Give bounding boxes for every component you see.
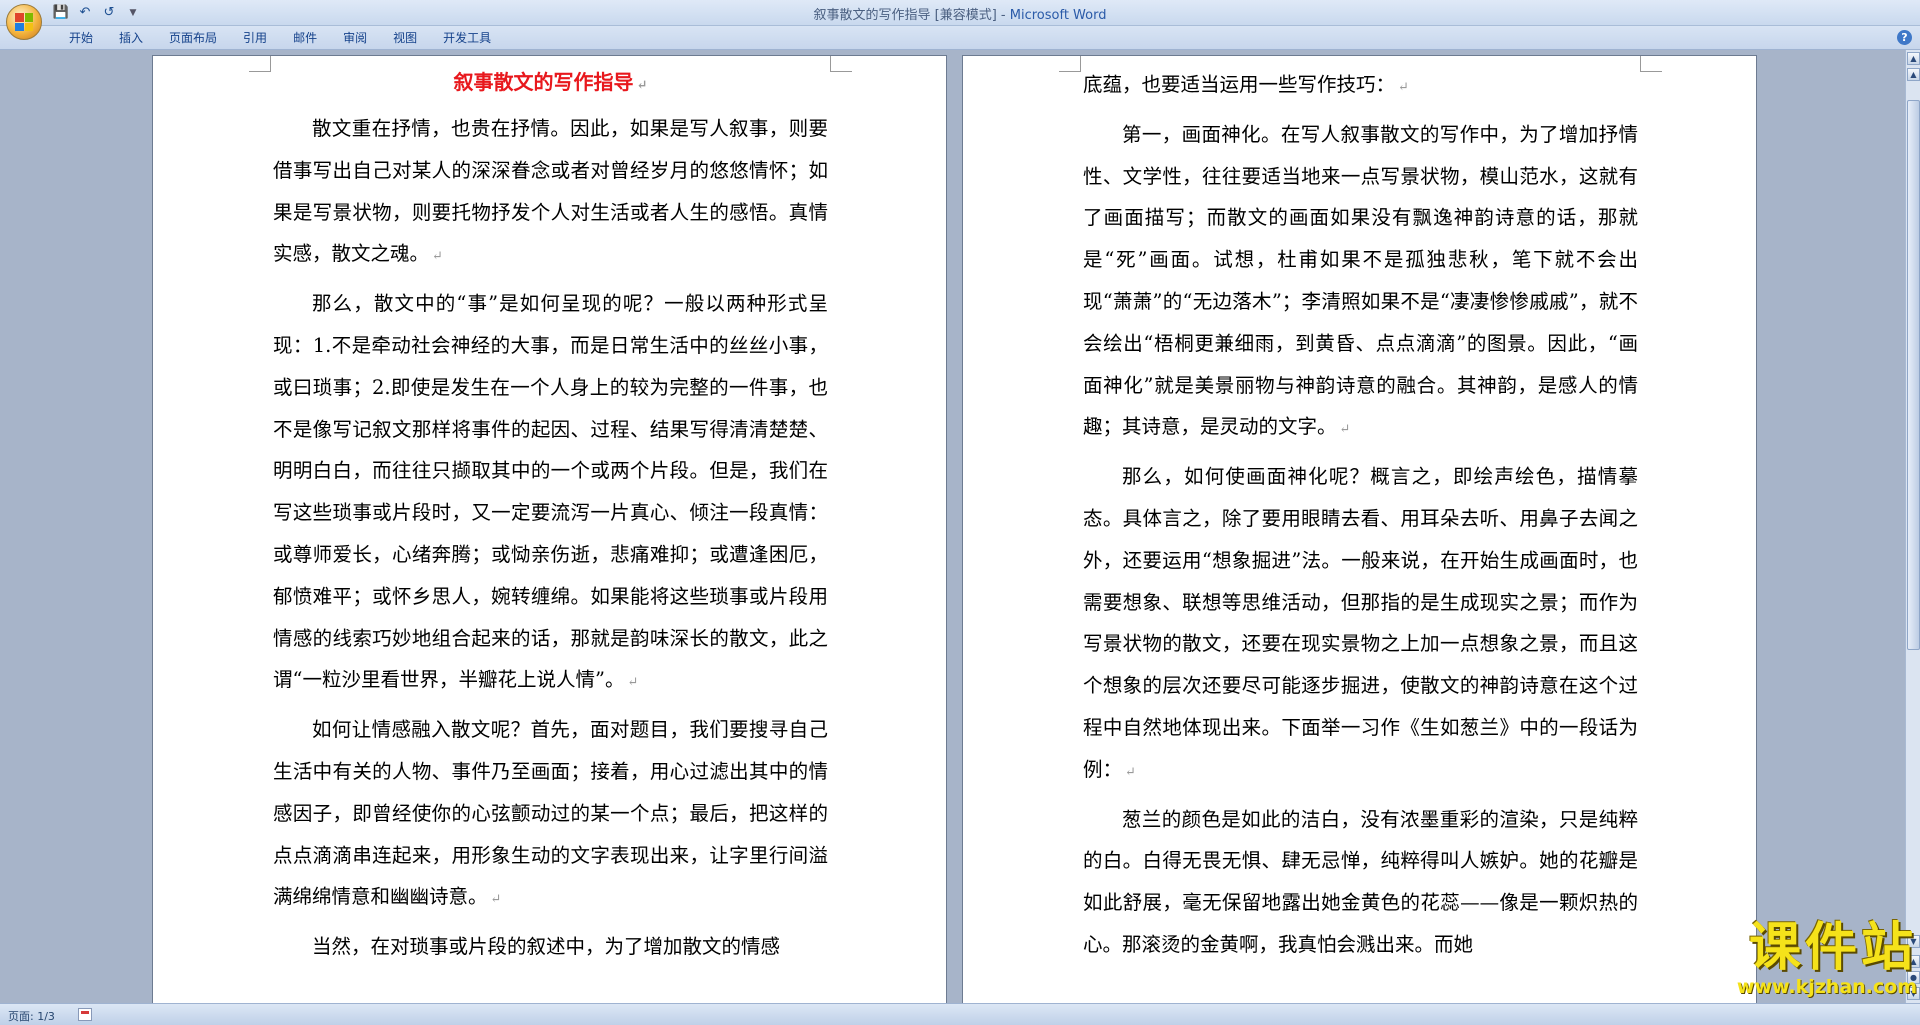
help-icon[interactable]: ? bbox=[1897, 30, 1912, 45]
paragraph: 如何让情感融入散文呢？首先，面对题目，我们要搜寻自己生活中有关的人物、事件乃至画… bbox=[273, 718, 828, 909]
page-left[interactable]: 叙事散文的写作指导 ↵ 散文重在抒情，也贵在抒情。因此，如果是写人叙事，则要借事写… bbox=[152, 55, 947, 1003]
scroll-up-icon[interactable]: ▲ bbox=[1907, 68, 1920, 81]
paragraph: 散文重在抒情，也贵在抒情。因此，如果是写人叙事，则要借事写出自己对某人的深深眷念… bbox=[273, 117, 828, 266]
tab-developer[interactable]: 开发工具 bbox=[430, 29, 504, 47]
scrollbar-thumb[interactable] bbox=[1907, 100, 1920, 650]
document-area[interactable]: 叙事散文的写作指导 ↵ 散文重在抒情，也贵在抒情。因此，如果是写人叙事，则要借事写… bbox=[0, 50, 1905, 1003]
office-button[interactable] bbox=[6, 4, 42, 40]
margin-corner-mark bbox=[830, 56, 852, 72]
tab-review[interactable]: 审阅 bbox=[330, 29, 380, 47]
app-name: Microsoft Word bbox=[1009, 8, 1107, 23]
page-text: 叙事散文的写作指导 ↵ 散文重在抒情，也贵在抒情。因此，如果是写人叙事，则要借事写… bbox=[273, 64, 828, 973]
document-name: 叙事散文的写作指导 [兼容模式] bbox=[813, 8, 997, 23]
paragraph: 底蕴，也要适当运用一些写作技巧： ↵ bbox=[1083, 73, 1409, 96]
watermark-url: www.kjzhan.com bbox=[1736, 976, 1917, 998]
vertical-scrollbar[interactable]: ▲ ▲ ▼ ▲ ● ▼ bbox=[1905, 50, 1920, 1003]
ribbon-tabs-bar: 开始 插入 页面布局 引用 邮件 审阅 视图 开发工具 ? bbox=[0, 26, 1920, 50]
status-bar: 页面: 1/3 bbox=[0, 1003, 1920, 1025]
tab-home[interactable]: 开始 bbox=[56, 29, 106, 47]
paragraph: 葱兰的颜色是如此的洁白，没有浓墨重彩的渲染，只是纯粹的白。白得无畏无惧、肆无忌惮… bbox=[1083, 807, 1638, 956]
tab-mailings[interactable]: 邮件 bbox=[280, 29, 330, 47]
tab-page-layout[interactable]: 页面布局 bbox=[156, 29, 230, 47]
margin-corner-mark bbox=[249, 56, 271, 72]
window-title: 叙事散文的写作指导 [兼容模式] - Microsoft Word bbox=[0, 4, 1920, 23]
paragraph: 第一，画面神化。在写人叙事散文的写作中，为了增加抒情性、文学性，往往要适当地来一… bbox=[1083, 122, 1638, 439]
ribbon-tabs: 开始 插入 页面布局 引用 邮件 审阅 视图 开发工具 bbox=[56, 29, 504, 47]
margin-corner-mark bbox=[1640, 56, 1662, 72]
tab-references[interactable]: 引用 bbox=[230, 29, 280, 47]
watermark-text: 课件站 bbox=[1748, 918, 1917, 978]
page-text: 底蕴，也要适当运用一些写作技巧： ↵ 第一，画面神化。在写人叙事散文的写作中，为了… bbox=[1083, 64, 1638, 971]
title-separator: - bbox=[996, 8, 1010, 23]
paragraph: 当然，在对琐事或片段的叙述中，为了增加散文的情感 bbox=[312, 935, 781, 959]
tab-view[interactable]: 视图 bbox=[380, 29, 430, 47]
document-title: 叙事散文的写作指导 ↵ bbox=[453, 70, 648, 94]
title-bar: 💾 ↶ ↺ ▼ 叙事散文的写作指导 [兼容模式] - Microsoft Wor… bbox=[0, 0, 1920, 40]
office-logo-icon bbox=[15, 13, 33, 31]
margin-corner-mark bbox=[1059, 56, 1081, 72]
ruler-toggle-icon[interactable]: ▲ bbox=[1907, 52, 1920, 65]
tab-insert[interactable]: 插入 bbox=[106, 29, 156, 47]
paragraph: 那么，如何使画面神化呢？概言之，即绘声绘色，描情摹态。具体言之，除了要用眼睛去看… bbox=[1083, 465, 1638, 781]
proofing-icon[interactable] bbox=[78, 1008, 92, 1021]
page-count-status[interactable]: 页面: 1/3 bbox=[8, 1008, 55, 1024]
paragraph: 那么，散文中的“事”是如何呈现的呢？一般以两种形式呈现：1.不是牵动社会神经的大… bbox=[273, 292, 828, 692]
watermark-logo: 课件站 www.kjzhan.com bbox=[1672, 920, 1917, 1002]
page-right[interactable]: 底蕴，也要适当运用一些写作技巧： ↵ 第一，画面神化。在写人叙事散文的写作中，为了… bbox=[962, 55, 1757, 1003]
